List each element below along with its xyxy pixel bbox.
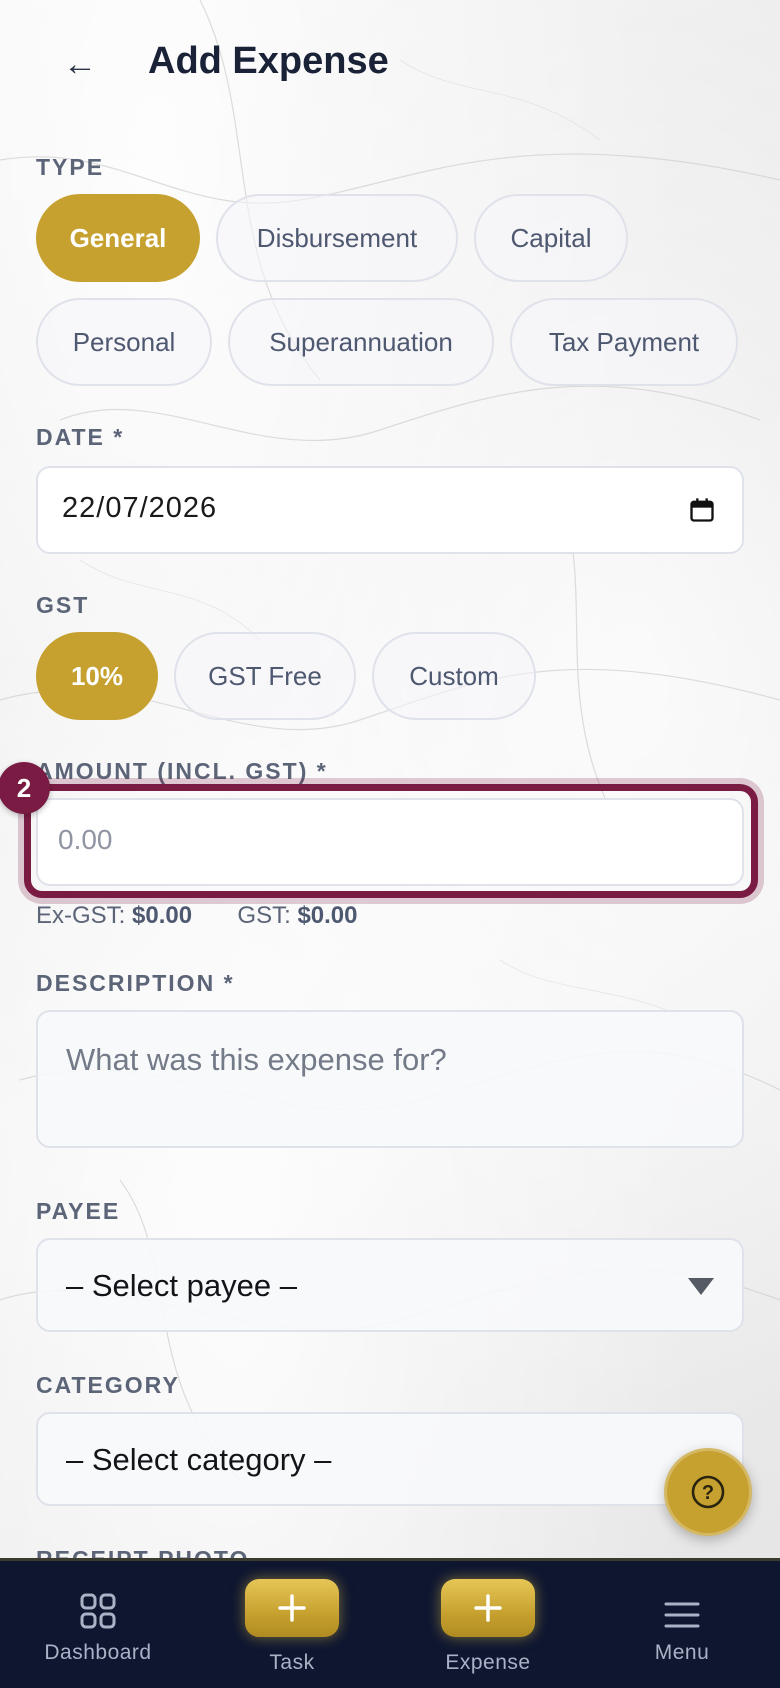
gst-summary: Ex-GST: $0.00 GST: $0.00 [36, 902, 358, 930]
amount-placeholder: 0.00 [58, 824, 113, 855]
type-chip-disbursement[interactable]: Disbursement [216, 194, 458, 282]
nav-menu-label: Menu [654, 1641, 710, 1664]
help-button[interactable]: ? [664, 1448, 752, 1536]
nav-menu[interactable]: Menu [620, 1561, 744, 1688]
page-header: ← Add Expense [0, 0, 780, 130]
category-label: CATEGORY [36, 1372, 180, 1398]
nav-add-task[interactable]: Task [230, 1561, 354, 1688]
ex-gst-label: Ex-GST: [36, 902, 126, 929]
bottom-navigation: Dashboard Task Expense Menu [0, 1558, 780, 1688]
page-title: Add Expense [148, 40, 389, 82]
calendar-icon[interactable] [688, 496, 716, 524]
gst-chip-10-percent[interactable]: 10% [36, 632, 158, 720]
description-placeholder: What was this expense for? [66, 1042, 447, 1077]
description-label: DESCRIPTION * [36, 970, 235, 996]
amount-input[interactable]: 0.00 [36, 798, 744, 886]
grid-icon [80, 1593, 116, 1629]
step-badge: 2 [0, 762, 50, 814]
back-arrow-icon: ← [63, 44, 97, 83]
type-chip-tax-payment[interactable]: Tax Payment [510, 298, 738, 386]
add-task-button[interactable] [245, 1579, 339, 1637]
payee-selected: – Select payee – [66, 1268, 297, 1303]
date-input[interactable]: 22/07/2026 [36, 466, 744, 554]
gst-amount-label: GST: [237, 902, 291, 929]
nav-add-expense[interactable]: Expense [426, 1561, 550, 1688]
ex-gst-value: $0.00 [132, 902, 193, 929]
gst-chip-custom[interactable]: Custom [372, 632, 536, 720]
type-chip-general[interactable]: General [36, 194, 200, 282]
gst-chip-gst-free[interactable]: GST Free [174, 632, 356, 720]
back-button[interactable]: ← [52, 36, 108, 92]
date-value: 22/07/2026 [62, 492, 218, 524]
hamburger-icon [664, 1602, 700, 1628]
amount-label: AMOUNT (INCL. GST) * [36, 758, 328, 784]
gst-amount-value: $0.00 [297, 902, 358, 929]
add-expense-button[interactable] [441, 1579, 535, 1637]
payee-label: PAYEE [36, 1198, 121, 1224]
question-icon: ? [691, 1475, 725, 1509]
category-selected: – Select category – [66, 1442, 332, 1477]
description-textarea[interactable]: What was this expense for? [36, 1010, 744, 1148]
gst-label: GST [36, 592, 90, 618]
form-content: ← Add Expense TYPE General Disbursement … [0, 0, 780, 1572]
nav-task-label: Task [269, 1651, 315, 1674]
date-label: DATE * [36, 424, 125, 450]
type-chip-personal[interactable]: Personal [36, 298, 212, 386]
plus-icon [474, 1594, 502, 1622]
nav-expense-label: Expense [445, 1651, 531, 1674]
type-label: TYPE [36, 154, 105, 180]
payee-select[interactable]: – Select payee – [36, 1238, 744, 1332]
nav-dashboard-label: Dashboard [44, 1641, 152, 1664]
svg-text:?: ? [702, 1482, 714, 1504]
type-chip-capital[interactable]: Capital [474, 194, 628, 282]
category-select[interactable]: – Select category – [36, 1412, 744, 1506]
type-chip-superannuation[interactable]: Superannuation [228, 298, 494, 386]
nav-dashboard[interactable]: Dashboard [20, 1561, 176, 1688]
chevron-down-icon [688, 1278, 714, 1295]
plus-icon [278, 1594, 306, 1622]
